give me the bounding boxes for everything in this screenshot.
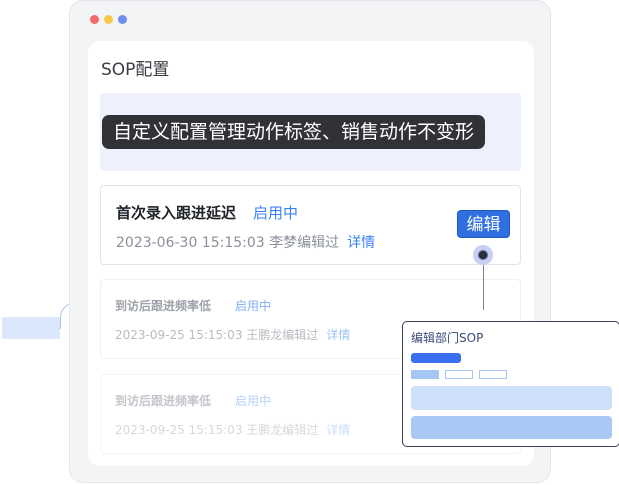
minimize-dot-icon[interactable]: [104, 15, 113, 24]
popover-title: 编辑部门SOP: [411, 331, 484, 345]
popover-tab-active[interactable]: [411, 370, 439, 379]
popover-tab[interactable]: [445, 370, 473, 379]
detail-link[interactable]: 详情: [347, 235, 375, 251]
edit-history-text: 2023-06-30 15:15:03 李梦编辑过: [116, 235, 340, 251]
window-controls: [90, 15, 127, 24]
detail-link[interactable]: 详情: [326, 328, 350, 342]
sop-card-meta: 2023-09-25 15:15:03 王鹏龙编辑过 详情: [115, 326, 350, 343]
detail-link[interactable]: 详情: [326, 423, 350, 437]
popover-primary-bar: [411, 353, 461, 363]
pointer-connector-line: [483, 265, 484, 310]
edit-history-text: 2023-09-25 15:15:03 王鹏龙编辑过: [115, 328, 319, 342]
left-placeholder-chip: [2, 317, 60, 339]
close-dot-icon[interactable]: [90, 15, 99, 24]
maximize-dot-icon[interactable]: [118, 15, 127, 24]
page-title: SOP配置: [101, 60, 170, 80]
status-badge: 启用中: [235, 394, 272, 408]
popover-field[interactable]: [411, 416, 612, 439]
cursor-dot-icon: [478, 250, 488, 260]
sop-card-title: 到访后跟进频率低: [115, 394, 212, 408]
sop-card-meta: 2023-09-25 15:15:03 王鹏龙编辑过 详情: [115, 421, 350, 438]
feature-tooltip: 自定义配置管理动作标签、销售动作不变形: [102, 115, 486, 149]
edit-button[interactable]: 编辑: [457, 210, 510, 238]
sop-card-title: 到访后跟进频率低: [115, 299, 212, 313]
sop-card-meta: 2023-06-30 15:15:03 李梦编辑过 详情: [116, 232, 375, 252]
popover-field[interactable]: [411, 386, 612, 410]
popover-tab[interactable]: [479, 370, 507, 379]
status-badge: 启用中: [235, 299, 272, 313]
sop-card-title: 首次录入跟进延迟: [116, 204, 237, 222]
edit-history-text: 2023-09-25 15:15:03 王鹏龙编辑过: [115, 423, 319, 437]
status-badge: 启用中: [253, 204, 299, 222]
edit-sop-popover: 编辑部门SOP: [402, 321, 619, 447]
